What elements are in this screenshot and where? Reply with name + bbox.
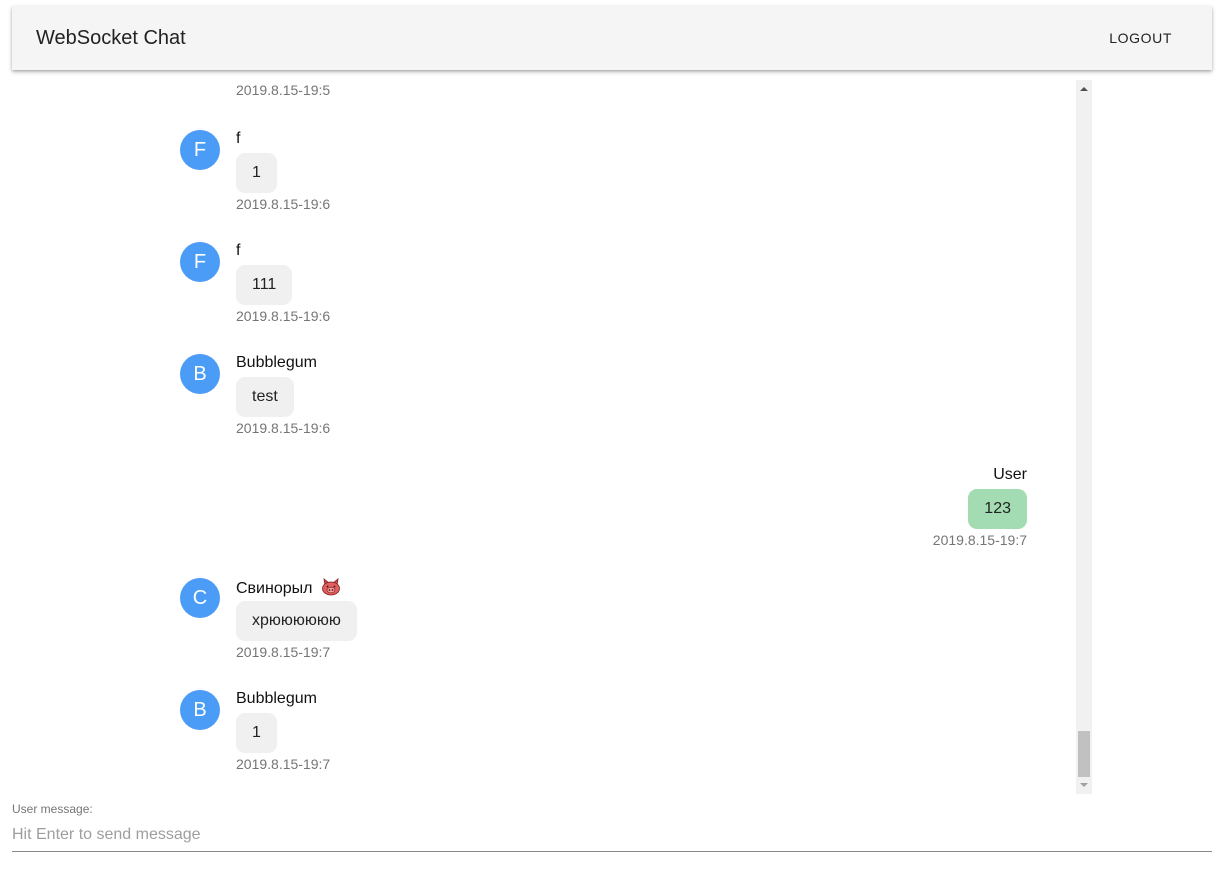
avatar: C: [180, 578, 220, 618]
message-timestamp: 2019.8.15-19:6: [236, 420, 331, 436]
message-bubble: хрюююююю: [236, 601, 357, 641]
logout-button[interactable]: LOGOUT: [1101, 24, 1180, 52]
message-item: F f 111 2019.8.15-19:6: [180, 242, 330, 324]
message-input-label: User message:: [12, 802, 93, 816]
sender-name: f: [236, 242, 241, 259]
sender-name: Bubblegum: [236, 354, 317, 371]
message-input[interactable]: [12, 824, 1212, 852]
message-item: B Bubblegum test 2019.8.15-19:6: [180, 354, 330, 436]
message-list[interactable]: 2019.8.15-19:5 F f 1 2019.8.15-19:6 F f …: [12, 78, 1092, 794]
message-bubble: 123: [968, 489, 1027, 529]
own-message-item: User 123 2019.8.15-19:7: [933, 466, 1027, 548]
avatar: F: [180, 130, 220, 170]
sender-name: f: [236, 130, 241, 147]
message-item: F f 1 2019.8.15-19:6: [180, 130, 330, 212]
scroll-down-arrow-icon[interactable]: [1076, 778, 1092, 792]
app-title: WebSocket Chat: [36, 26, 186, 49]
message-timestamp: 2019.8.15-19:6: [236, 308, 331, 324]
message-composer: User message:: [12, 802, 1212, 852]
scroll-thumb[interactable]: [1078, 731, 1090, 777]
message-timestamp: 2019.8.15-19:6: [236, 196, 331, 212]
avatar: B: [180, 354, 220, 394]
message-timestamp: 2019.8.15-19:7: [932, 532, 1027, 548]
scroll-up-arrow-icon[interactable]: [1076, 82, 1092, 96]
sender-name: User: [993, 466, 1027, 483]
message-bubble: 1: [236, 153, 277, 193]
avatar: F: [180, 242, 220, 282]
message-item: 2019.8.15-19:5: [180, 82, 330, 98]
message-bubble: test: [236, 377, 294, 417]
avatar: B: [180, 690, 220, 730]
message-item: C Свинорыл хрюююююю 2019.8.15-19:7: [180, 578, 357, 660]
app-bar: WebSocket Chat LOGOUT: [12, 6, 1212, 70]
sender-name-row: Свинорыл: [236, 578, 357, 597]
message-bubble: 1: [236, 713, 277, 753]
message-list-scrollbar[interactable]: [1076, 80, 1092, 794]
message-bubble: 111: [236, 265, 293, 305]
message-timestamp: 2019.8.15-19:7: [236, 756, 331, 772]
sender-name: Свинорыл: [236, 580, 313, 597]
message-item: B Bubblegum 1 2019.8.15-19:7: [180, 690, 330, 772]
message-timestamp: 2019.8.15-19:5: [236, 82, 331, 98]
sender-name: Bubblegum: [236, 690, 317, 707]
message-timestamp: 2019.8.15-19:7: [236, 644, 331, 660]
chat-app: WebSocket Chat LOGOUT 2019.8.15-19:5 F f…: [0, 0, 1220, 870]
pig-face-icon: [321, 578, 341, 601]
